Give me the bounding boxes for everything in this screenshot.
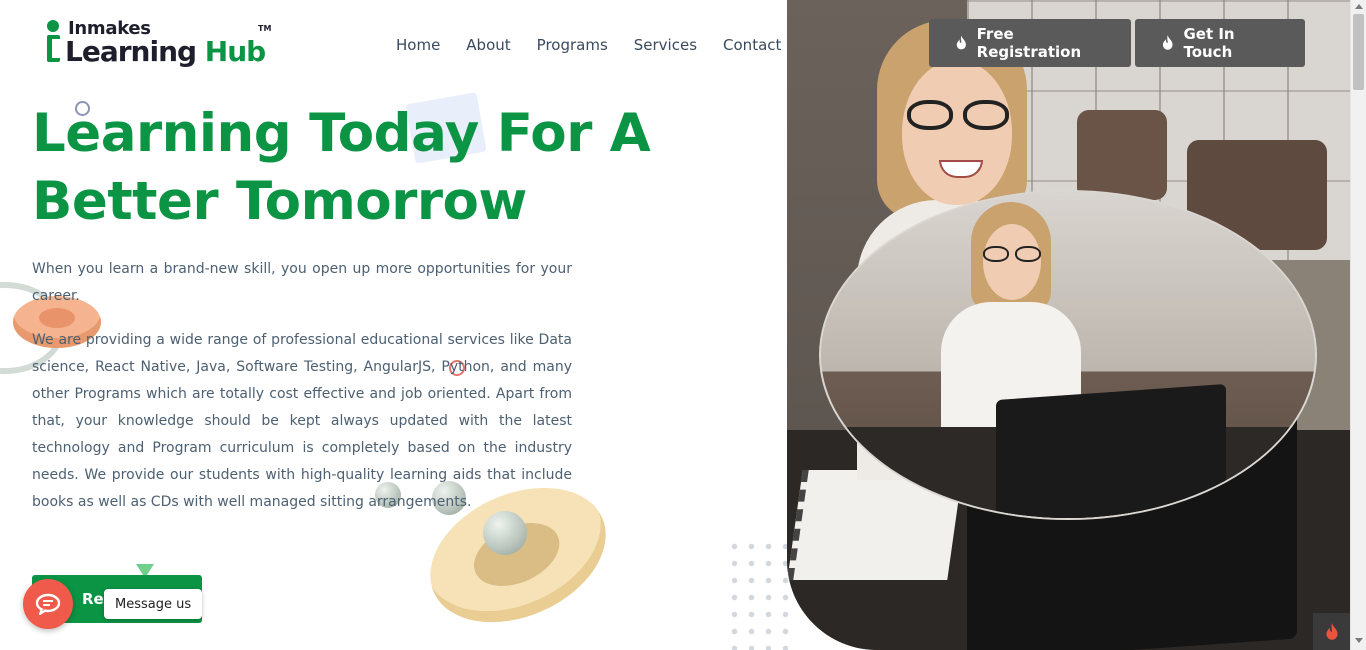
corner-flame-widget[interactable] [1313, 613, 1350, 650]
free-registration-label: Free Registration [976, 25, 1082, 61]
nav-home[interactable]: Home [396, 36, 440, 54]
logo-text-hub: Hub [204, 35, 266, 68]
get-in-touch-label: Get In Touch [1183, 25, 1235, 61]
scrollbar-thumb[interactable] [1353, 14, 1364, 90]
nav-programs[interactable]: Programs [537, 36, 608, 54]
chat-message-label[interactable]: Message us [104, 589, 203, 619]
hero-description-paragraph: We are providing a wide range of profess… [32, 332, 572, 510]
page-scrollbar[interactable] [1350, 0, 1366, 650]
scroll-down-arrow-icon[interactable] [1355, 638, 1363, 643]
logo-text-learning: Learning [65, 35, 197, 68]
get-in-touch-button[interactable]: Get In Touch [1135, 19, 1305, 67]
nav-contact[interactable]: Contact [723, 36, 781, 54]
flame-icon [1325, 622, 1338, 640]
hero-intro-paragraph: When you learn a brand-new skill, you op… [32, 261, 572, 304]
photo-chair [1077, 110, 1167, 200]
page: Inmakes Learning Hub TM Home About Progr… [0, 0, 1366, 650]
flame-icon [1162, 35, 1173, 50]
nav-about[interactable]: About [466, 36, 510, 54]
photo-inset-oval [819, 190, 1317, 520]
chat-button[interactable] [23, 579, 73, 629]
decorative-pearl [483, 511, 527, 555]
logo-trademark: TM [258, 24, 272, 33]
main-nav: Home About Programs Services Contact [396, 36, 781, 54]
logo-mark-bar [47, 35, 60, 62]
chat-bubble-icon [35, 593, 61, 615]
flame-icon [956, 35, 966, 50]
logo-mark-dot [47, 20, 59, 32]
site-logo[interactable]: Inmakes Learning Hub TM [46, 18, 276, 73]
scroll-up-arrow-icon[interactable] [1355, 4, 1363, 9]
hero-photo [787, 0, 1350, 650]
decorative-dot-grid [726, 538, 790, 650]
free-registration-button[interactable]: Free Registration [929, 19, 1131, 67]
logo-text-main: Learning Hub [65, 35, 266, 68]
hero-title: Learning Today For A Better Tomorrow [32, 103, 651, 232]
nav-services[interactable]: Services [634, 36, 697, 54]
